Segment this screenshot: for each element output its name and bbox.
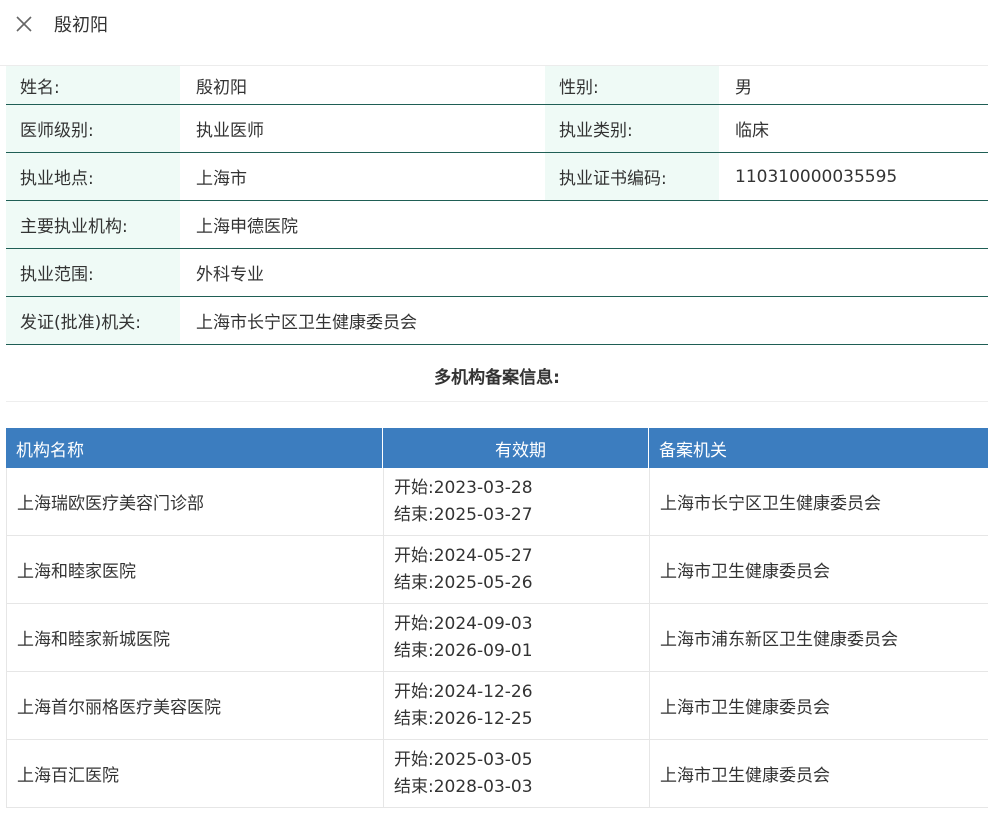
column-header-authority: 备案机关 xyxy=(659,440,727,461)
row-validity: 开始:2023-03-28 结束:2025-03-27 xyxy=(384,468,650,535)
category-label: 执业类别: xyxy=(545,105,719,152)
org-label: 主要执业机构: xyxy=(6,201,180,248)
row-start-date: 开始:2024-09-03 xyxy=(394,613,533,634)
row-start-date: 开始:2025-03-05 xyxy=(394,749,533,770)
location-label: 执业地点: xyxy=(6,153,180,200)
row-org: 上海瑞欧医疗美容门诊部 xyxy=(7,468,384,535)
row-org: 上海和睦家新城医院 xyxy=(7,604,384,671)
row-end-date: 结束:2026-09-01 xyxy=(394,640,533,661)
row-org: 上海首尔丽格医疗美容医院 xyxy=(7,672,384,739)
table-row: 上海百汇医院 开始:2025-03-05 结束:2028-03-03 上海市卫生… xyxy=(6,740,988,808)
row-validity: 开始:2024-12-26 结束:2026-12-25 xyxy=(384,672,650,739)
detail-header: 殷初阳 xyxy=(0,0,988,52)
row-authority: 上海市浦东新区卫生健康委员会 xyxy=(660,630,898,650)
name-label: 姓名: xyxy=(6,66,180,104)
row-authority: 上海市卫生健康委员会 xyxy=(660,562,830,582)
row-validity: 开始:2024-05-27 结束:2025-05-26 xyxy=(384,536,650,603)
info-row-org: 主要执业机构: 上海申德医院 xyxy=(6,201,988,249)
row-validity: 开始:2025-03-05 结束:2028-03-03 xyxy=(384,740,650,807)
doctor-info-table: 姓名: 殷初阳 性别: 男 医师级别: 执业医师 执业类别: 临床 执业地点: … xyxy=(6,66,988,345)
row-start-date: 开始:2024-05-27 xyxy=(394,545,533,566)
column-header-validity: 有效期 xyxy=(383,428,649,468)
level-label: 医师级别: xyxy=(6,105,180,152)
level-value: 执业医师 xyxy=(180,105,545,152)
row-org: 上海百汇医院 xyxy=(7,740,384,807)
close-icon[interactable] xyxy=(14,14,34,34)
info-row-scope: 执业范围: 外科专业 xyxy=(6,249,988,297)
table-row: 上海和睦家医院 开始:2024-05-27 结束:2025-05-26 上海市卫… xyxy=(6,536,988,604)
cert-label: 执业证书编码: xyxy=(545,153,719,200)
cert-value: 110310000035595 xyxy=(719,153,988,200)
filing-table: 机构名称 有效期 备案机关 上海瑞欧医疗美容门诊部 开始:2023-03-28 … xyxy=(6,428,988,808)
gender-value: 男 xyxy=(719,66,988,104)
authority-value: 上海市长宁区卫生健康委员会 xyxy=(180,297,988,344)
column-header-org: 机构名称 xyxy=(6,428,383,468)
name-value: 殷初阳 xyxy=(180,66,545,104)
row-validity: 开始:2024-09-03 结束:2026-09-01 xyxy=(384,604,650,671)
table-row: 上海首尔丽格医疗美容医院 开始:2024-12-26 结束:2026-12-25… xyxy=(6,672,988,740)
page-title: 殷初阳 xyxy=(54,15,108,36)
doctor-detail-page: 殷初阳 姓名: 殷初阳 性别: 男 医师级别: 执业医师 执业类别: 临床 执业… xyxy=(0,0,988,817)
section-title: 多机构备案信息: xyxy=(6,350,988,402)
table-row: 上海和睦家新城医院 开始:2024-09-03 结束:2026-09-01 上海… xyxy=(6,604,988,672)
row-end-date: 结束:2025-03-27 xyxy=(394,504,533,525)
gender-label: 性别: xyxy=(545,66,719,104)
row-end-date: 结束:2025-05-26 xyxy=(394,572,533,593)
category-value: 临床 xyxy=(719,105,988,152)
table-header: 机构名称 有效期 备案机关 xyxy=(6,428,988,468)
scope-value: 外科专业 xyxy=(180,249,988,296)
location-value: 上海市 xyxy=(180,153,545,200)
info-row-level: 医师级别: 执业医师 执业类别: 临床 xyxy=(6,105,988,153)
row-authority: 上海市卫生健康委员会 xyxy=(660,766,830,786)
org-value: 上海申德医院 xyxy=(180,201,988,248)
row-authority: 上海市长宁区卫生健康委员会 xyxy=(660,494,881,514)
row-start-date: 开始:2023-03-28 xyxy=(394,477,533,498)
info-row-location: 执业地点: 上海市 执业证书编码: 110310000035595 xyxy=(6,153,988,201)
info-row-name: 姓名: 殷初阳 性别: 男 xyxy=(6,66,988,105)
scope-label: 执业范围: xyxy=(6,249,180,296)
row-end-date: 结束:2026-12-25 xyxy=(394,708,533,729)
row-authority: 上海市卫生健康委员会 xyxy=(660,698,830,718)
row-org: 上海和睦家医院 xyxy=(7,536,384,603)
info-row-authority: 发证(批准)机关: 上海市长宁区卫生健康委员会 xyxy=(6,297,988,345)
row-start-date: 开始:2024-12-26 xyxy=(394,681,533,702)
table-row: 上海瑞欧医疗美容门诊部 开始:2023-03-28 结束:2025-03-27 … xyxy=(6,468,988,536)
authority-label: 发证(批准)机关: xyxy=(6,297,180,344)
row-end-date: 结束:2028-03-03 xyxy=(394,776,533,797)
